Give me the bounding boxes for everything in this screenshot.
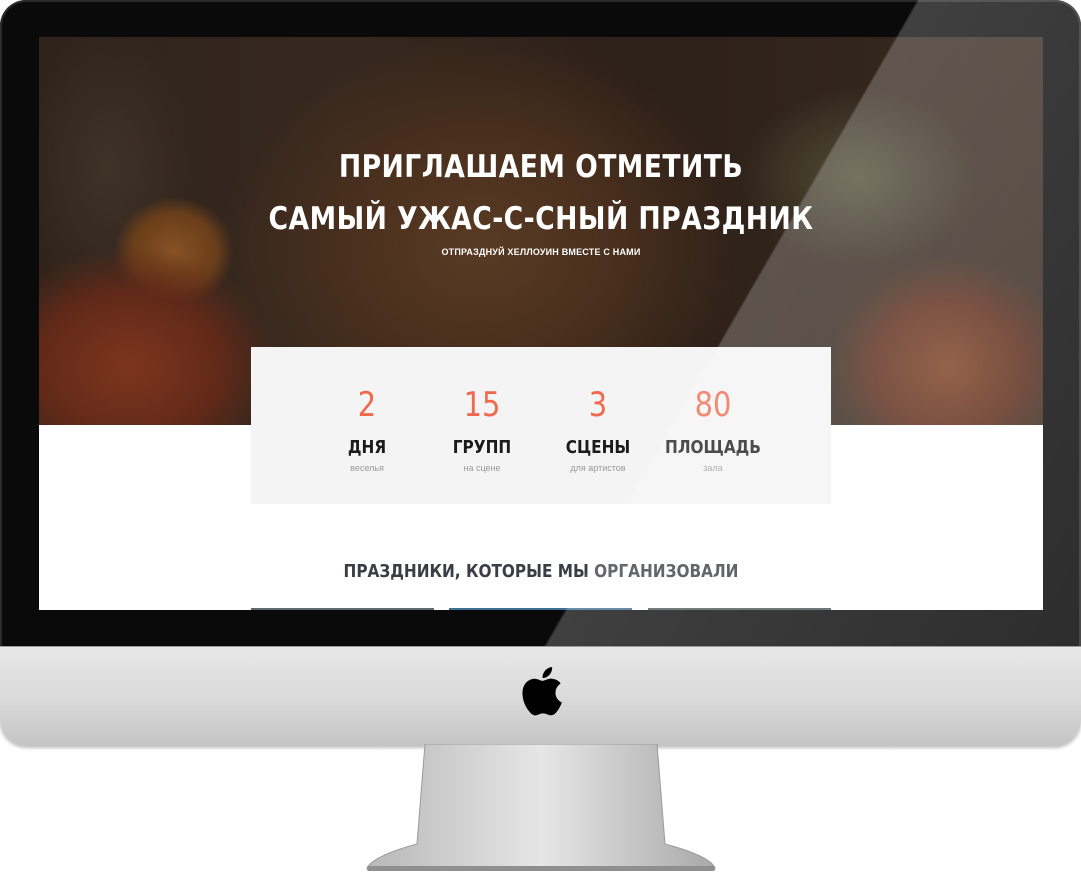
stat-caption: веселья <box>350 463 384 473</box>
stat-number: 2 <box>357 385 377 425</box>
stat-number: 15 <box>463 385 501 425</box>
portfolio-thumbnail-1[interactable] <box>251 608 434 610</box>
hero-title: ПРИГЛАШАЕМ ОТМЕТИТЬ САМЫЙ УЖАС-С-СНЫЙ ПР… <box>109 141 972 245</box>
stat-number: 3 <box>588 385 608 425</box>
monitor-stand <box>366 744 716 871</box>
apple-logo-icon <box>522 667 562 716</box>
stat-number: 80 <box>694 385 732 425</box>
hero-title-line-1: ПРИГЛАШАЕМ ОТМЕТИТЬ <box>338 149 744 185</box>
stat-label: ПЛОЩАДЬ <box>665 437 761 458</box>
stat-caption: зала <box>703 463 723 473</box>
website-screen: ПРИГЛАШАЕМ ОТМЕТИТЬ САМЫЙ УЖАС-С-СНЫЙ ПР… <box>39 37 1043 610</box>
portfolio-thumbnail-3[interactable] <box>648 608 831 610</box>
section-title: ПРАЗДНИКИ, КОТОРЫЕ МЫ ОРГАНИЗОВАЛИ <box>343 561 739 582</box>
hero-subtitle: ОТПРАЗДНУЙ ХЕЛЛОУИН ВМЕСТЕ С НАМИ <box>441 247 641 257</box>
stat-label: ДНЯ <box>347 437 387 458</box>
stats-card: 2 ДНЯ веселья 15 ГРУПП на сцене 3 СЦЕНЫ … <box>251 347 831 504</box>
stat-label: ГРУПП <box>452 437 512 458</box>
portfolio-thumbnail-2[interactable] <box>449 608 632 610</box>
monitor-frame: ПРИГЛАШАЕМ ОТМЕТИТЬ САМЫЙ УЖАС-С-СНЫЙ ПР… <box>0 0 1081 871</box>
hero-title-line-2: САМЫЙ УЖАС-С-СНЫЙ ПРАЗДНИК <box>268 201 814 237</box>
stat-caption: на сцене <box>463 463 501 473</box>
stat-caption: для артистов <box>570 463 626 473</box>
stat-label: СЦЕНЫ <box>565 437 631 458</box>
